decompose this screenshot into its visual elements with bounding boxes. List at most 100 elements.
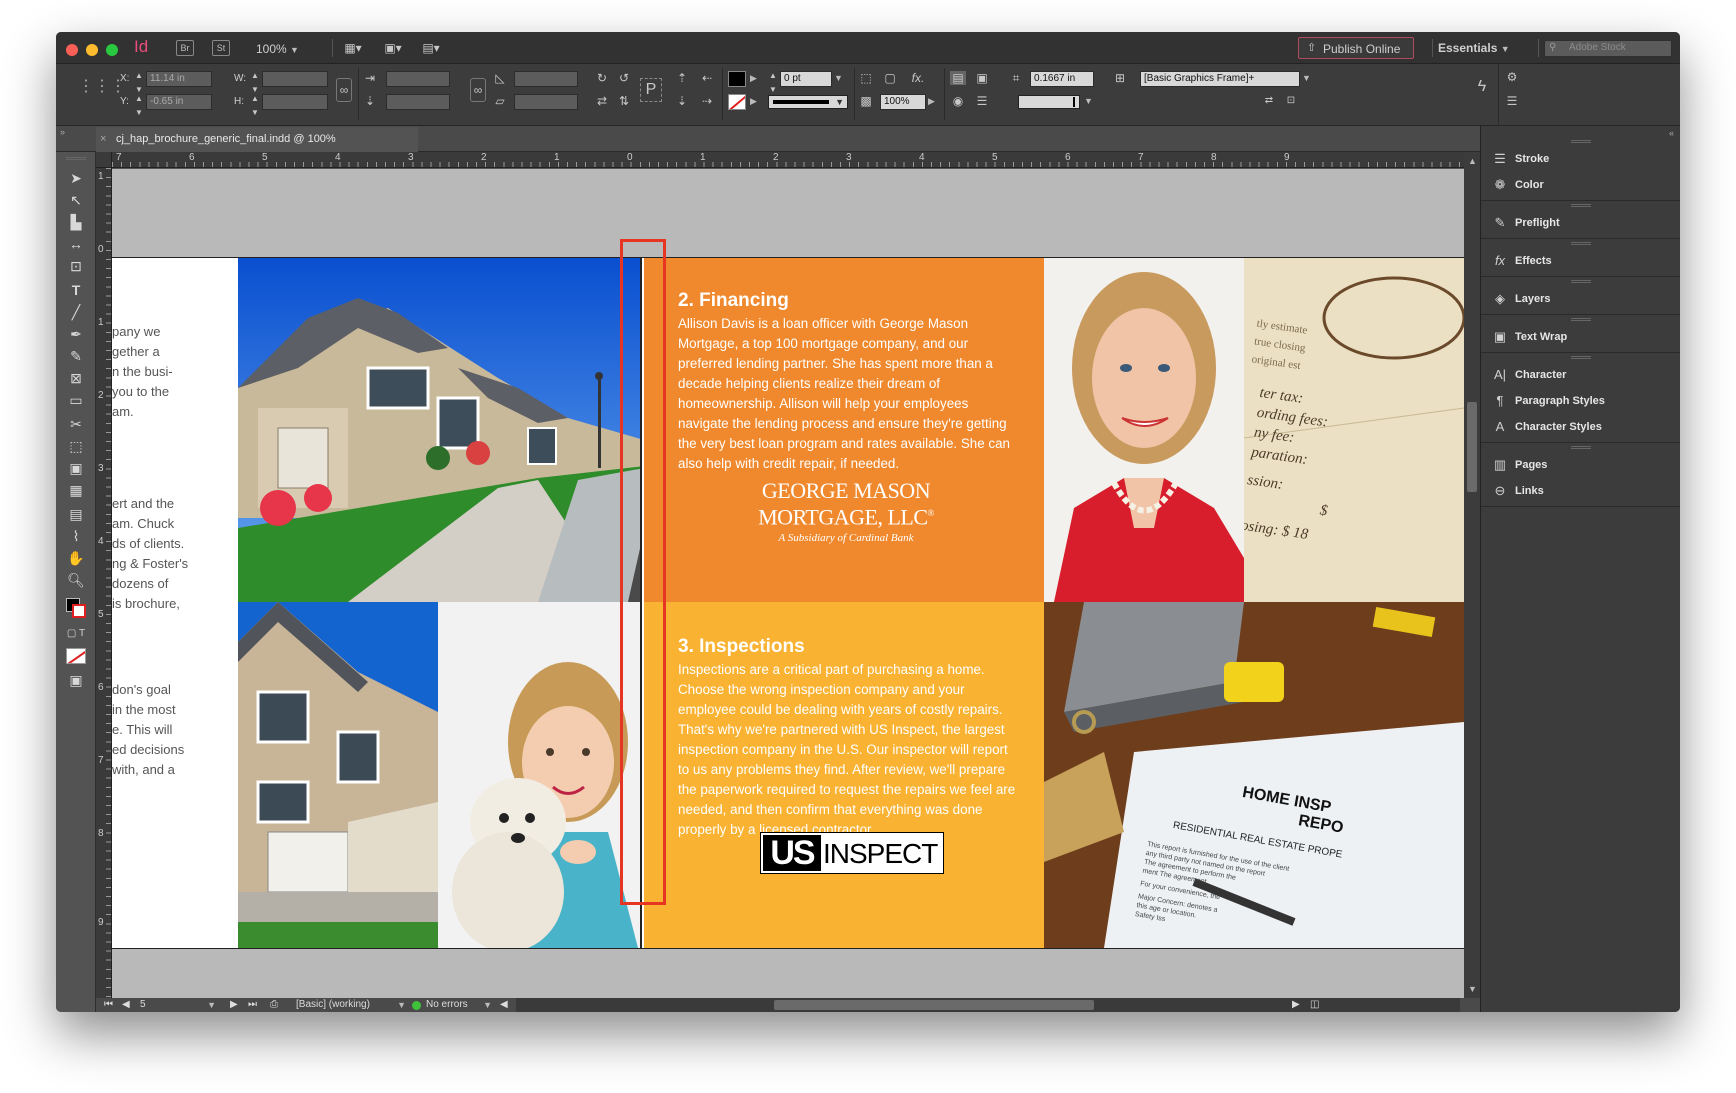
house-photo[interactable] (238, 258, 672, 602)
fitting-offset-field[interactable]: 0.1667 in (1030, 71, 1094, 87)
bridge-button[interactable]: Br (176, 40, 194, 56)
width-field[interactable] (262, 71, 328, 87)
shear-field[interactable] (514, 94, 578, 110)
zoom-tool-icon[interactable]: 🔍︎ (64, 570, 88, 590)
pages-panel-tab[interactable]: ▥ Pages (1481, 452, 1680, 478)
scroll-right-icon[interactable]: ▶ (1292, 998, 1300, 1012)
stroke-panel-tab[interactable]: ☰ Stroke (1481, 146, 1680, 172)
stroke-dropdown-icon[interactable]: ▶ (750, 96, 757, 107)
last-page-icon[interactable]: ⏭ (248, 998, 257, 1012)
minimize-window-button[interactable] (86, 44, 98, 56)
select-previous-icon[interactable]: ⇠ (698, 71, 716, 85)
links-panel-tab[interactable]: ⊖ Links (1481, 478, 1680, 504)
content-collector-icon[interactable]: ⊡ (64, 256, 88, 276)
open-document-page-icon[interactable]: ⎙ (270, 998, 278, 1012)
rotate-cw-icon[interactable]: ↻ (594, 71, 610, 85)
drop-shadow-icon[interactable]: ▢ (882, 71, 898, 85)
y-stepper[interactable]: ▲ ▼ (134, 92, 144, 120)
screen-mode-normal-icon[interactable]: ▣ (64, 670, 88, 690)
effects-panel-tab[interactable]: fx Effects (1481, 248, 1680, 274)
eyedropper-tool-icon[interactable]: ⌇ (64, 526, 88, 546)
constrain-proportions-icon[interactable]: ∞ (336, 78, 352, 102)
zoom-window-button[interactable] (106, 44, 118, 56)
text-wrap-panel-tab[interactable]: ▣ Text Wrap (1481, 324, 1680, 350)
arrange-documents-icon[interactable]: ▤▾ (416, 41, 446, 55)
opacity-field[interactable]: 100% (880, 94, 926, 110)
workspace-switcher[interactable]: Essentials ▼ (1438, 40, 1510, 57)
paragraph-styles-panel-tab[interactable]: ¶ Paragraph Styles (1481, 388, 1680, 414)
select-content-icon[interactable]: ⇣ (674, 94, 690, 108)
scroll-up-icon[interactable]: ▲ (1468, 156, 1477, 166)
x-position-field[interactable]: 11.14 in (146, 71, 212, 87)
character-panel-tab[interactable]: A| Character (1481, 362, 1680, 388)
corner-shape-select[interactable] (1018, 95, 1080, 109)
reference-point-icon[interactable]: ⋮⋮⋮ (78, 79, 126, 95)
height-field[interactable] (262, 94, 328, 110)
gap-tool-icon[interactable]: ↔ (64, 234, 88, 254)
style-options-icon[interactable]: ⊡ (1282, 94, 1300, 108)
stroke-type-select[interactable]: ▼ (768, 95, 848, 109)
character-styles-panel-tab[interactable]: A Character Styles (1481, 414, 1680, 440)
object-style-select[interactable]: [Basic Graphics Frame]+ (1140, 71, 1300, 87)
opacity-dropdown-icon[interactable]: ▶ (928, 96, 935, 107)
stroke-swatch-none[interactable] (728, 94, 746, 110)
rectangle-frame-tool-icon[interactable]: ⊠ (64, 368, 88, 388)
color-panel-tab[interactable]: ❁ Color (1481, 172, 1680, 198)
direct-selection-tool-icon[interactable]: ↖ (64, 190, 88, 210)
vertical-scroll-thumb[interactable] (1467, 402, 1477, 492)
ruler-origin[interactable] (96, 152, 112, 168)
page-tool-icon[interactable]: ▙ (64, 212, 88, 232)
scroll-left-icon[interactable]: ◀ (500, 998, 508, 1012)
publish-online-button[interactable]: ⇧ Publish Online (1298, 37, 1414, 59)
view-options-icon[interactable]: ▦▾ (338, 41, 368, 55)
wrap-shape-icon[interactable]: ◉ (950, 94, 966, 108)
chevron-down-icon[interactable]: ▼ (1302, 73, 1311, 83)
gradient-feather-tool-icon[interactable]: ▦ (64, 480, 88, 500)
quick-apply-icon[interactable]: ϟ (1472, 79, 1492, 95)
select-container-icon[interactable]: ⇡ (674, 71, 690, 85)
select-next-icon[interactable]: ⇢ (698, 94, 716, 108)
fx-effects-icon[interactable]: fx. (908, 71, 928, 85)
document-tab[interactable]: × cj_hap_brochure_generic_final.indd @ 1… (96, 127, 418, 152)
scale-x-field[interactable] (386, 71, 450, 87)
type-tool-icon[interactable]: T (64, 280, 88, 300)
text-wrap-icon[interactable]: ▤ (950, 71, 966, 85)
screen-mode-icon[interactable]: ▣▾ (378, 41, 408, 55)
preflight-errors-select[interactable]: No errors ▼ (426, 998, 492, 1012)
adobe-stock-search-input[interactable]: ⚲ Adobe Stock (1544, 40, 1672, 57)
close-window-button[interactable] (66, 44, 78, 56)
hand-tool-icon[interactable]: ✋ (64, 548, 88, 568)
flip-horizontal-icon[interactable]: ⇄ (594, 94, 610, 108)
scale-y-field[interactable] (386, 94, 450, 110)
apply-none-icon[interactable] (66, 648, 86, 664)
first-page-icon[interactable]: ⏮ (104, 998, 113, 1012)
stroke-color-icon[interactable] (72, 604, 86, 618)
horizontal-scroll-thumb[interactable] (774, 1000, 1094, 1010)
h-stepper[interactable]: ▲ ▼ (250, 92, 260, 120)
vertical-scrollbar[interactable]: ▲ ▼ (1464, 152, 1480, 998)
stock-button[interactable]: St (212, 40, 230, 56)
y-position-field[interactable]: -0.65 in (146, 94, 212, 110)
constrain-scale-icon[interactable]: ∞ (470, 78, 486, 102)
pencil-tool-icon[interactable]: ✎ (64, 346, 88, 366)
note-tool-icon[interactable]: ▤ (64, 504, 88, 524)
close-tab-icon[interactable]: × (100, 127, 106, 151)
gear-icon[interactable]: ⚙ (1504, 70, 1520, 84)
layers-panel-tab[interactable]: ◈ Layers (1481, 286, 1680, 312)
home-inspection-photo[interactable]: HOME INSP REPO RESIDENTIAL REAL ESTATE P… (1044, 602, 1464, 948)
fill-dropdown-icon[interactable]: ▶ (750, 73, 757, 84)
rotate-ccw-icon[interactable]: ↺ (616, 71, 632, 85)
formatting-affects-container-icon[interactable]: ▢ T (64, 624, 88, 644)
next-page-icon[interactable]: ▶ (230, 998, 238, 1012)
pasteboard[interactable]: pany we gether an the busi-you to the am. … (112, 169, 1464, 999)
stroke-weight-field[interactable]: 0 pt (780, 71, 832, 87)
expand-toolbar-icon[interactable]: » (60, 127, 65, 137)
rectangle-tool-icon[interactable]: ▭ (64, 390, 88, 410)
townhouse-photo[interactable] (238, 602, 438, 948)
loan-officer-photo[interactable] (1044, 258, 1244, 602)
preflight-profile-select[interactable]: [Basic] (working) ▼ (296, 998, 406, 1012)
frame-fitting-icon[interactable]: ⬚ (858, 71, 874, 85)
closing-document-photo[interactable]: tly estimate true closing original est ter… (1244, 258, 1464, 602)
gradient-swatch-tool-icon[interactable]: ▣ (64, 458, 88, 478)
wrap-around-icon[interactable]: ▣ (974, 71, 990, 85)
